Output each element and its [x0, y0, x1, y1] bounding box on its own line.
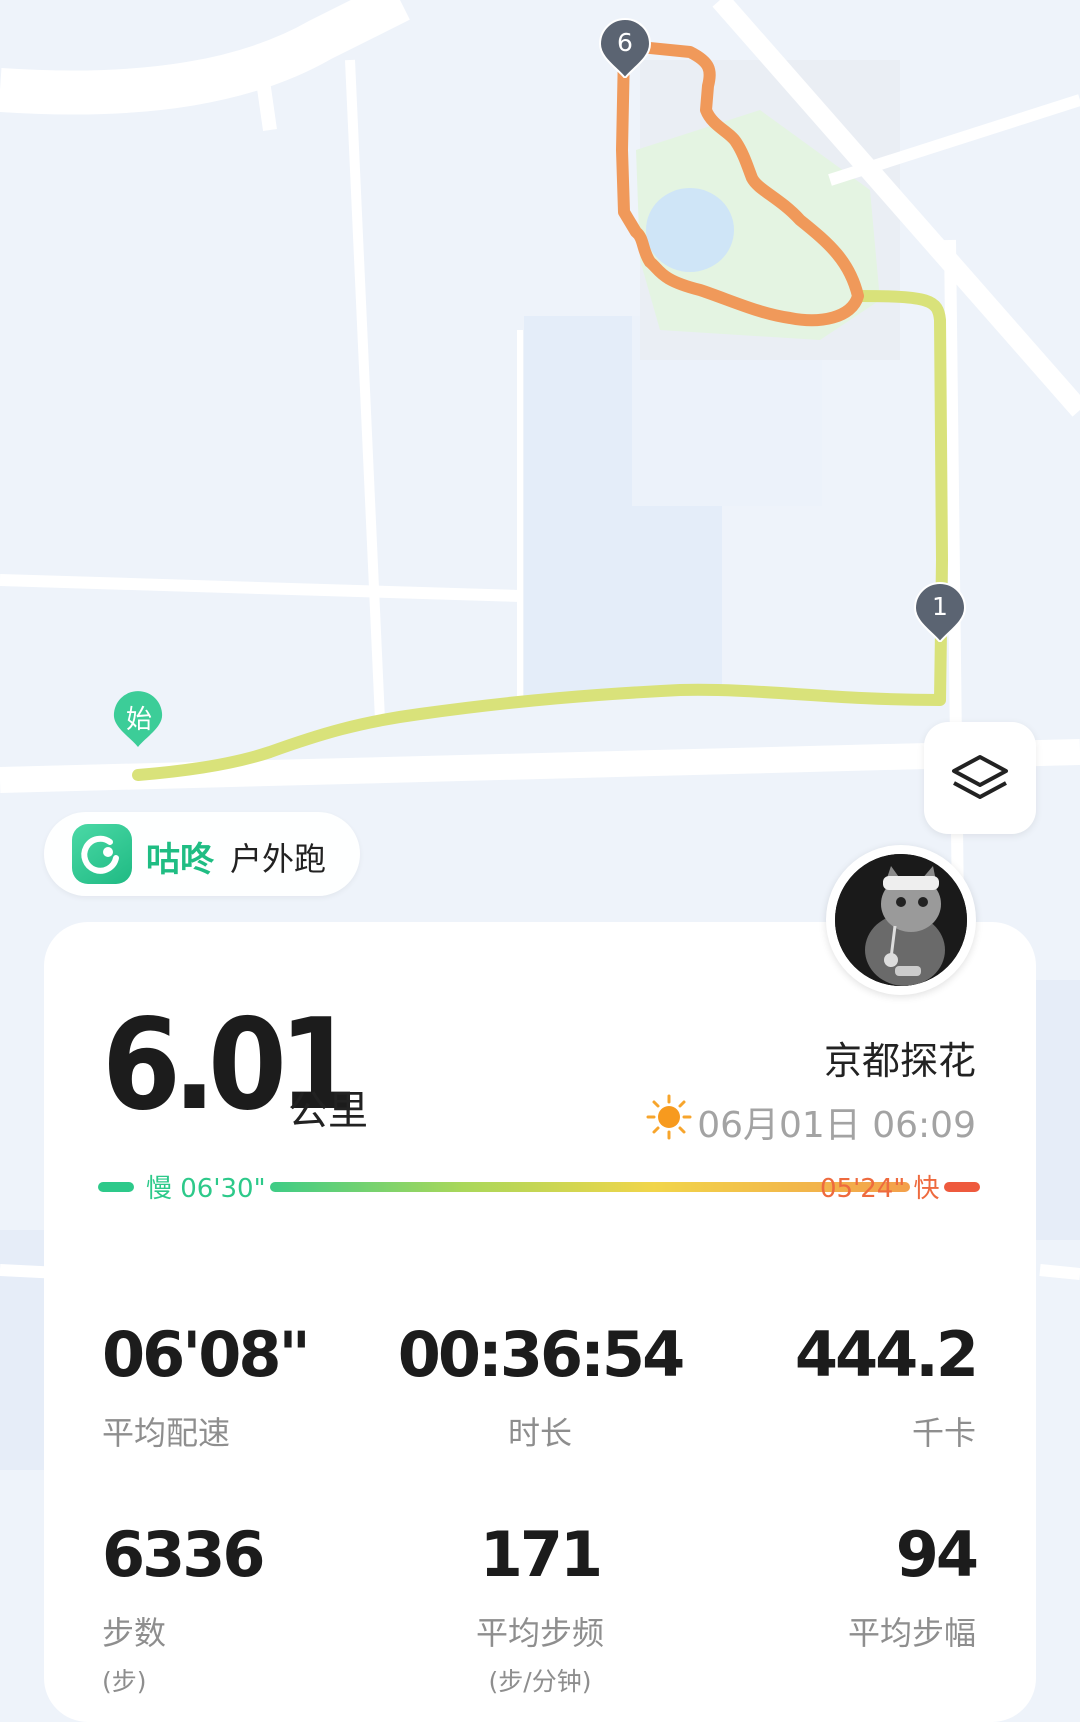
stat-label: 平均配速: [102, 1414, 231, 1452]
stat-label: 时长: [507, 1414, 572, 1452]
stat-calories: 444.2 千卡: [716, 1318, 979, 1454]
stat-value: 6336: [102, 1518, 266, 1591]
sun-icon: [646, 1094, 692, 1140]
avatar[interactable]: [826, 845, 976, 995]
stat-value: 06'08": [102, 1318, 311, 1391]
start-pin[interactable]: 始: [111, 690, 167, 750]
gudong-logo-icon: [72, 824, 132, 884]
km-marker-6[interactable]: 6: [598, 18, 652, 78]
stat-cadence: 171 平均步频 (步/分钟): [390, 1524, 690, 1698]
pace-gradient-bar: [270, 1182, 910, 1192]
stat-unit: (步): [102, 1667, 147, 1696]
pace-fast-cap: [944, 1182, 980, 1192]
stat-duration: 00:36:54 时长: [390, 1324, 690, 1454]
km-marker-1[interactable]: 1: [913, 582, 967, 642]
pace-legend: 慢 06'30" 05'24" 快: [98, 1168, 982, 1206]
km-marker-1-label: 1: [932, 592, 948, 621]
app-name: 咕咚: [146, 840, 214, 880]
activity-type: 户外跑: [230, 840, 327, 878]
stat-avg-pace: 06'08" 平均配速: [102, 1318, 311, 1454]
stat-value: 00:36:54: [397, 1318, 685, 1391]
map-layers-button[interactable]: [924, 722, 1036, 834]
pace-slow-label: 慢 06'30": [146, 1174, 266, 1204]
pace-slow-cap: [98, 1182, 134, 1192]
stat-label: 平均步频: [475, 1614, 604, 1652]
start-pin-label: 始: [125, 705, 152, 735]
stat-stride: 94 平均步幅: [716, 1518, 979, 1654]
stat-value: 94: [895, 1518, 979, 1591]
stat-value: 444.2: [794, 1318, 979, 1391]
km-marker-6-label: 6: [617, 28, 633, 57]
stat-label: 步数: [102, 1614, 167, 1652]
activity-datetime: 06月01日 06:09: [697, 1105, 976, 1146]
pace-fast-label: 05'24" 快: [820, 1174, 940, 1204]
stat-steps: 6336 步数 (步): [102, 1518, 266, 1698]
layers-icon: [952, 755, 1008, 799]
username[interactable]: 京都探花: [824, 1030, 976, 1085]
stat-value: 171: [479, 1518, 603, 1591]
distance-unit: 公里: [288, 1088, 368, 1134]
stat-unit: (步/分钟): [488, 1667, 592, 1696]
stat-label: 千卡: [911, 1414, 976, 1452]
app-brand-pill: 咕咚 户外跑: [44, 812, 360, 896]
stat-label: 平均步幅: [847, 1614, 976, 1652]
